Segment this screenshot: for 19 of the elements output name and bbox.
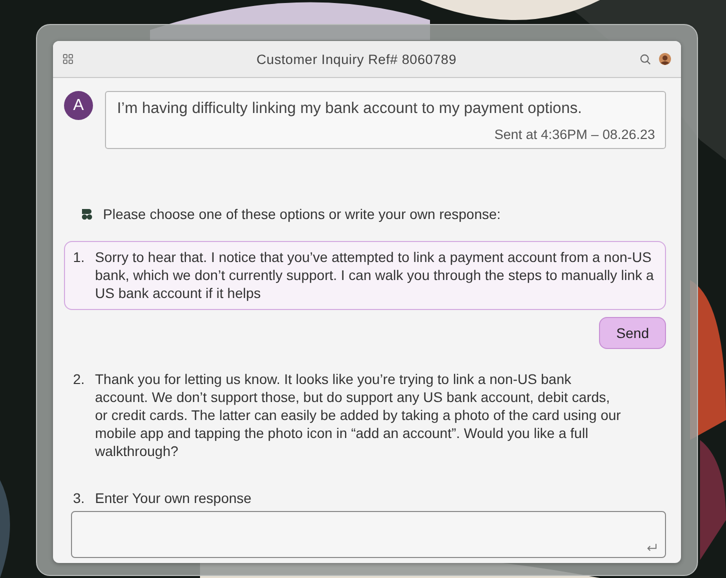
window-title: Customer Inquiry Ref# 8060789 xyxy=(255,52,458,66)
option-number: 1. xyxy=(73,248,86,267)
user-avatar: A xyxy=(64,91,93,120)
response-field[interactable] xyxy=(71,511,666,558)
message-timestamp: Sent at 4:36PM – 08.26.23 xyxy=(493,127,655,142)
option-number: 2. xyxy=(73,370,86,389)
avatar-icon[interactable] xyxy=(659,53,671,65)
send-button[interactable]: Send xyxy=(599,317,666,349)
assistant-icon xyxy=(81,208,93,220)
option-text: Thank you for letting us know. It looks like you’re trying to link a non-US bank account. We don’t support those, but do support any US bank account, debit cards, or credit cards. The latter can easily be added by taking a photo of the card using our mobile app and tapping the photo icon in “add an account”. Would you like a full walkthrough? xyxy=(95,370,622,460)
response-option[interactable] xyxy=(64,241,666,310)
prompt-text: Please choose one of these options or write your own response: xyxy=(103,206,501,222)
enter-icon xyxy=(646,543,657,552)
input-label: Enter Your own response xyxy=(95,490,252,506)
search-icon[interactable] xyxy=(640,54,651,64)
message-text: I’m having difficulty linking my bank account to my payment options. xyxy=(117,100,583,118)
grid-icon[interactable] xyxy=(63,54,73,64)
option-number: 3. xyxy=(73,490,86,506)
option-text: Sorry to hear that. I notice that you’ve attempted to link a payment account from a non-US bank, which we don’t currently support. I can walk you through the steps to manually link a US bank account if it helps xyxy=(95,248,655,302)
